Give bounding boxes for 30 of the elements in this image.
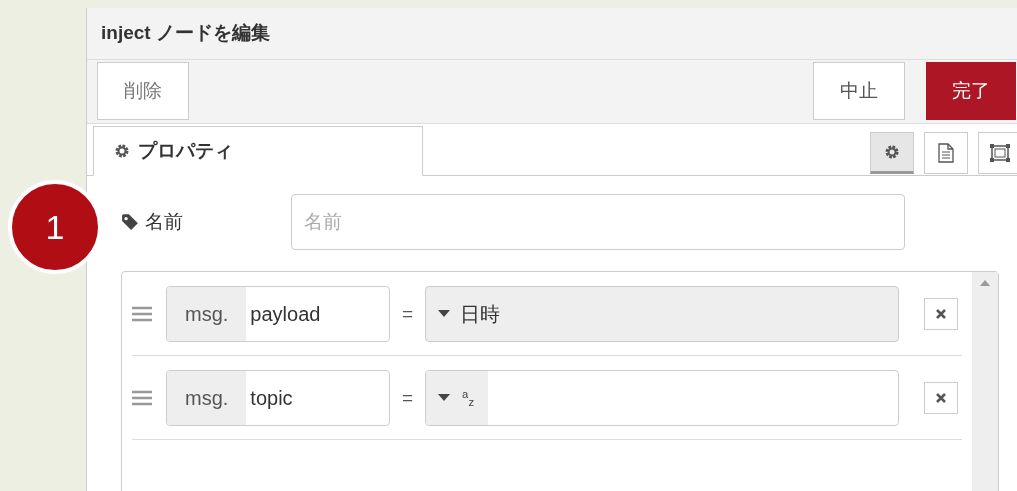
settings-icon (884, 143, 900, 160)
equals-sign: = (402, 301, 414, 326)
document-icon (938, 142, 954, 163)
close-icon (936, 308, 946, 319)
appearance-tab[interactable] (978, 131, 1017, 174)
caret-icon (438, 310, 451, 318)
settings-tab[interactable] (870, 131, 914, 174)
equals-sign: = (402, 385, 414, 410)
scroll-up-icon (980, 280, 990, 287)
done-button[interactable]: 完了 (926, 62, 1016, 121)
tag-icon (121, 213, 139, 232)
type-field[interactable]: 日時 (425, 285, 900, 342)
settings-icon (114, 143, 130, 160)
remove-button[interactable] (924, 297, 958, 330)
name-label: 名前 (145, 210, 184, 235)
cancel-button[interactable]: 中止 (813, 62, 905, 121)
tab[interactable]: プロパティ (93, 126, 423, 177)
property-field[interactable]: msg. payload (166, 285, 390, 342)
panel-title: inject ノードを編集 (101, 21, 270, 46)
property-field[interactable]: msg. topic (166, 369, 390, 426)
delete-button[interactable]: 削除 (97, 62, 189, 121)
caret-icon (438, 394, 451, 402)
name-field[interactable]: 名前 (291, 194, 905, 251)
drag-handle-icon[interactable] (132, 389, 152, 406)
remove-button[interactable] (924, 381, 958, 414)
type-label: 日時 (460, 301, 501, 327)
close-icon (936, 392, 946, 403)
drag-handle-icon[interactable] (132, 305, 152, 322)
description-tab[interactable] (924, 131, 968, 174)
frame-icon (989, 142, 1011, 163)
